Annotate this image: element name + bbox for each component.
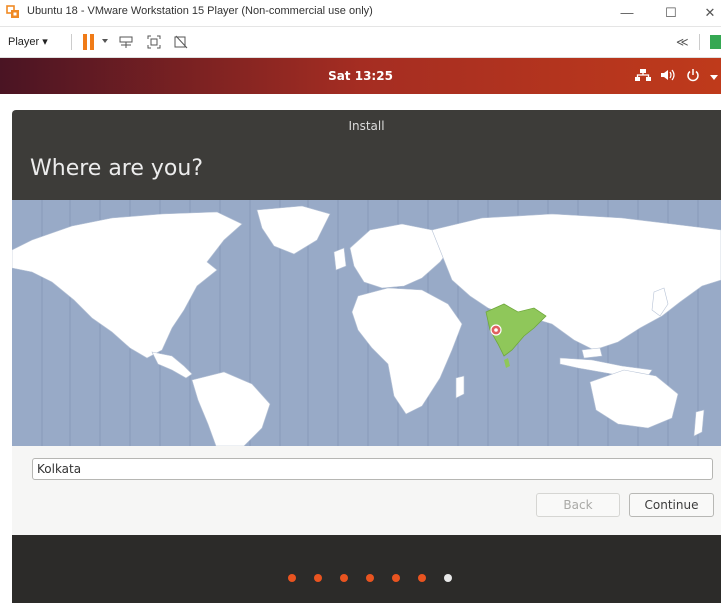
installer-footer <box>12 535 721 603</box>
vmware-toolbar: Player ▾ ≪ <box>0 27 721 58</box>
close-button[interactable]: ✕ <box>690 2 721 24</box>
minimize-button[interactable]: — <box>607 2 647 24</box>
clock[interactable]: Sat 13:25 <box>0 69 721 83</box>
unity-icon[interactable] <box>173 34 189 50</box>
library-icon[interactable] <box>710 35 721 49</box>
world-map-graphic <box>12 200 721 446</box>
toolbar-divider <box>699 34 700 50</box>
page-heading: Where are you? <box>30 156 203 181</box>
ubuntu-top-bar: Sat 13:25 <box>0 58 721 94</box>
progress-dot-current <box>444 574 452 582</box>
location-pin-icon <box>490 324 502 336</box>
system-menu-arrow-icon[interactable] <box>710 75 718 80</box>
progress-dot <box>314 574 322 582</box>
progress-dot <box>340 574 348 582</box>
progress-dot <box>418 574 426 582</box>
player-menu-button[interactable]: Player ▾ <box>8 35 48 48</box>
progress-dot <box>392 574 400 582</box>
network-icon[interactable] <box>634 67 652 83</box>
window-title: Ubuntu 18 - VMware Workstation 15 Player… <box>27 5 373 17</box>
progress-dot <box>366 574 374 582</box>
fullscreen-icon[interactable] <box>146 34 162 50</box>
installer-window: Install Where are you? Kolkata Back Cont… <box>12 110 721 603</box>
progress-dot <box>288 574 296 582</box>
volume-icon[interactable] <box>659 67 677 83</box>
toolbar-divider <box>71 34 72 50</box>
power-icon[interactable] <box>684 67 702 83</box>
vmware-logo-icon <box>6 5 19 18</box>
vmware-title-bar: Ubuntu 18 - VMware Workstation 15 Player… <box>0 0 721 27</box>
send-keys-icon[interactable] <box>118 34 134 50</box>
installer-title: Install <box>348 119 385 133</box>
back-button[interactable]: Back <box>536 493 620 517</box>
pause-dropdown-icon[interactable] <box>102 39 108 43</box>
pause-icon[interactable] <box>83 34 94 50</box>
timezone-input[interactable]: Kolkata <box>32 458 713 480</box>
continue-button[interactable]: Continue <box>629 493 714 517</box>
installer-header: Install Where are you? <box>12 110 721 200</box>
collapse-toolbar-icon[interactable]: ≪ <box>676 35 689 49</box>
maximize-button[interactable]: ☐ <box>651 2 691 24</box>
timezone-map[interactable] <box>12 200 721 446</box>
